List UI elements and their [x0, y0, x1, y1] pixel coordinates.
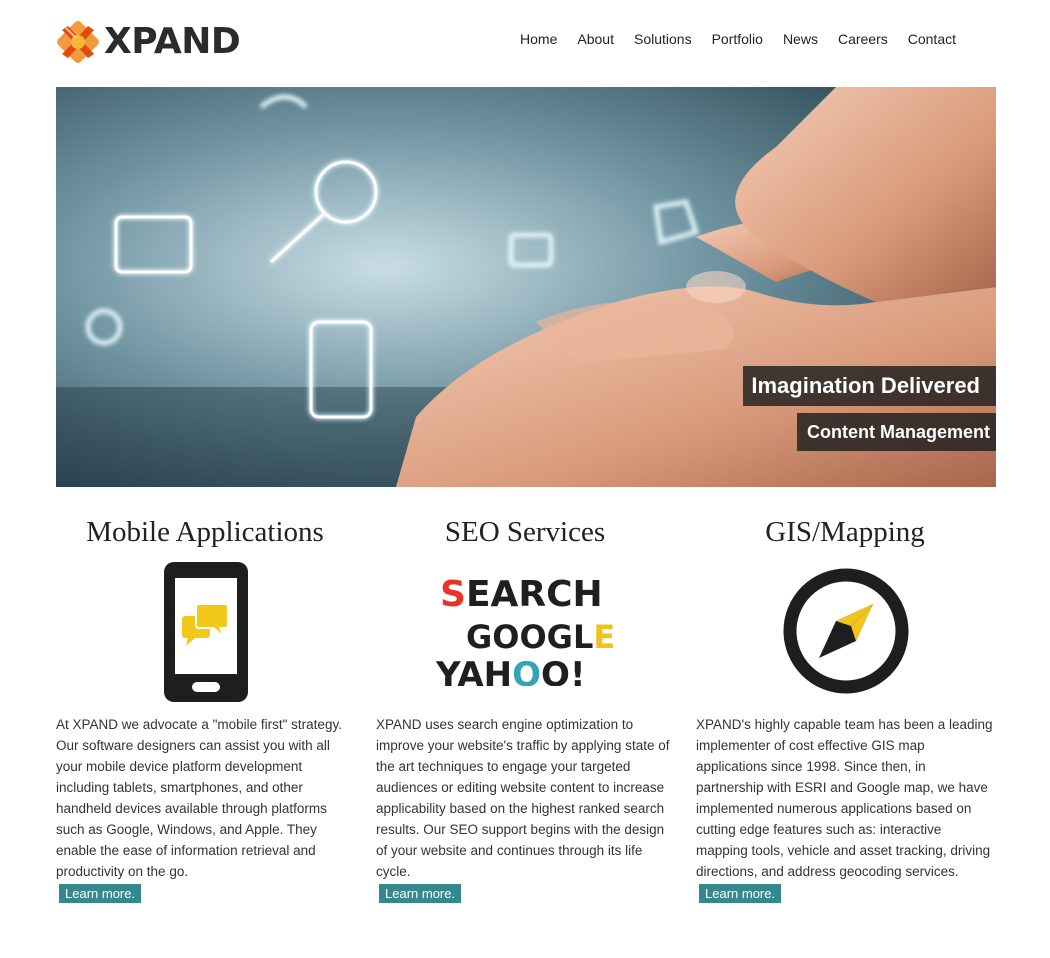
column-icon-wrap [696, 554, 994, 704]
hero-caption-sub: Content Management [796, 413, 996, 451]
hero-caption-main: Imagination Delivered [743, 366, 996, 406]
search-google-yahoo-icon: SEARCH GOOGLE YAHOO! [435, 574, 615, 686]
column-text: XPAND uses search engine optimization to… [376, 717, 670, 879]
seo-word-search: SEARCH [440, 574, 603, 615]
nav-contact[interactable]: Contact [908, 30, 956, 48]
column-gis: GIS/Mapping XPAND's highly capable team … [696, 510, 994, 903]
learn-more-button[interactable]: Learn more. [59, 884, 142, 903]
nav-news[interactable]: News [783, 30, 818, 48]
smartphone-chat-icon [164, 562, 248, 702]
xpand-logo-icon [57, 21, 99, 63]
main-nav: Home About Solutions Portfolio News Care… [500, 30, 956, 48]
learn-more-button[interactable]: Learn more. [699, 884, 782, 903]
seo-word-yahoo: YAHOO! [435, 655, 585, 686]
column-mobile: Mobile Applications At XPAND we advocate… [56, 510, 354, 903]
column-text: At XPAND we advocate a "mobile first" st… [56, 717, 342, 879]
site-header: XPAND Home About Solutions Portfolio New… [56, 18, 996, 64]
column-seo: SEO Services SEARCH GOOGLE YAHOO! XPAND … [376, 510, 674, 903]
nav-solutions[interactable]: Solutions [634, 30, 692, 48]
nav-portfolio[interactable]: Portfolio [712, 30, 763, 48]
column-icon-wrap: SEARCH GOOGLE YAHOO! [376, 554, 674, 704]
column-title: GIS/Mapping [765, 516, 925, 548]
logo-text: XPAND [104, 21, 241, 62]
learn-more-button[interactable]: Learn more. [379, 884, 462, 903]
column-title: Mobile Applications [86, 516, 324, 548]
hero-banner: Imagination Delivered Content Management [56, 87, 996, 487]
nav-careers[interactable]: Careers [838, 30, 888, 48]
seo-word-google: GOOGLE [466, 618, 615, 656]
logo[interactable]: XPAND [56, 20, 241, 64]
nav-about[interactable]: About [577, 30, 614, 48]
compass-icon [783, 568, 909, 694]
column-icon-wrap [56, 554, 354, 704]
column-title: SEO Services [444, 516, 606, 548]
nav-home[interactable]: Home [520, 30, 557, 48]
column-text: XPAND's highly capable team has been a l… [696, 717, 993, 879]
